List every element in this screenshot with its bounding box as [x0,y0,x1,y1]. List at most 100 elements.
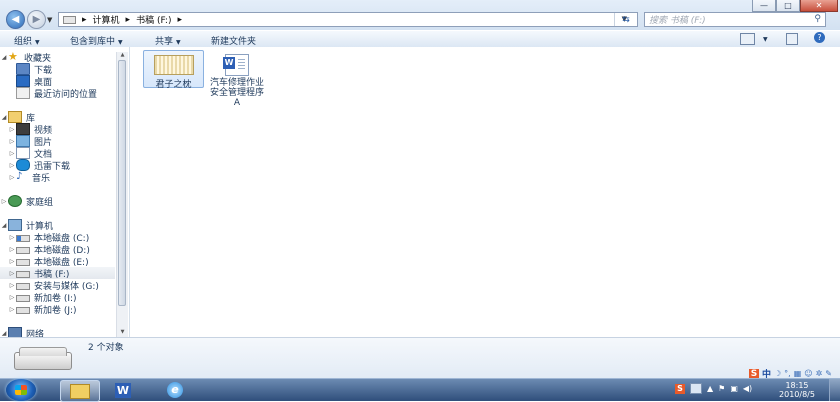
preview-pane-icon[interactable] [786,33,798,45]
chevron-down-icon: ▼ [35,39,40,46]
taskbar-ie-button[interactable]: e [156,380,194,400]
nav-scrollbar[interactable]: ▲ ▼ [116,52,128,337]
windows-logo-icon [15,385,27,395]
library-icon [8,111,22,123]
taskbar-word-button[interactable]: W [104,380,142,400]
search-icon: ⚲ [814,14,821,24]
drive-icon [16,307,30,314]
nav-thunder-downloads[interactable]: ▷ 迅雷下载 [8,159,70,172]
breadcrumb-separator-icon[interactable]: ▸ [126,15,131,25]
breadcrumb-separator-icon[interactable]: ▸ [177,15,182,25]
ime-moon-icon[interactable]: ☽ [774,369,781,378]
tray-volume-icon[interactable]: ◀) [743,384,752,393]
minimize-button[interactable]: — [752,0,776,12]
show-desktop-button[interactable] [829,379,840,401]
tray-flag-icon[interactable]: ⚑ [718,384,725,393]
nav-drive-j[interactable]: ▷ 新加卷 (J:) [8,303,77,316]
collapsed-triangle-icon[interactable]: ▷ [8,234,16,241]
nav-label: 新加卷 (J:) [34,305,77,316]
pictures-library-icon [16,135,30,147]
expanded-triangle-icon[interactable]: ◢ [0,222,8,229]
maximize-button[interactable]: □ [776,0,800,12]
nav-drive-f[interactable]: ▷ 书稿 (F:) [0,267,115,280]
collapsed-triangle-icon[interactable]: ▷ [8,126,16,133]
nav-pictures[interactable]: ▷ 图片 [8,135,52,148]
tray-show-hidden-icon[interactable]: ▲ [707,384,713,393]
collapsed-triangle-icon[interactable]: ▷ [8,258,16,265]
ime-user-icon[interactable]: ☺ [804,369,812,378]
nav-favorites[interactable]: ◢ ★ 收藏夹 [0,51,51,64]
drive-icon [16,295,30,302]
expanded-triangle-icon[interactable]: ◢ [0,114,8,121]
collapsed-triangle-icon[interactable]: ▷ [0,198,8,205]
collapsed-triangle-icon[interactable]: ▷ [8,162,16,169]
nav-videos[interactable]: ▷ 视频 [8,123,52,136]
tray-sogou-icon[interactable]: S [675,383,685,394]
file-name: 君子之枕 [155,80,192,90]
internet-explorer-icon: e [167,382,183,398]
organize-button[interactable]: 组织 ▼ [14,34,40,47]
nav-libraries[interactable]: ◢ 库 [0,111,35,124]
desktop-icon [16,75,30,87]
collapsed-triangle-icon[interactable]: ▷ [8,294,16,301]
nav-music[interactable]: ▷ ♪ 音乐 [8,171,50,184]
collapsed-triangle-icon[interactable]: ▷ [8,246,16,253]
breadcrumb-separator-icon[interactable]: ▸ [82,15,87,25]
sogou-ime-icon[interactable]: S [748,368,759,379]
nav-drive-d[interactable]: ▷ 本地磁盘 (D:) [8,243,90,256]
collapsed-triangle-icon[interactable]: ▷ [8,270,16,277]
view-options-icon[interactable] [740,33,755,45]
share-button[interactable]: 共享 ▼ [155,34,181,47]
include-in-library-button[interactable]: 包含到库中 ▼ [70,34,123,47]
nav-desktop[interactable]: 桌面 [16,75,52,88]
expanded-triangle-icon[interactable]: ◢ [0,54,8,61]
nav-homegroup[interactable]: ▷ 家庭组 [0,195,54,208]
file-item-folder[interactable]: 君子之枕 [143,50,204,90]
nav-recent-places[interactable]: 最近访问的位置 [16,87,97,100]
start-button[interactable] [6,379,36,401]
refresh-button[interactable]: ⇆ [614,13,637,26]
tray-network-icon[interactable]: ▣ [730,384,738,393]
forward-button[interactable]: ▶ [27,10,46,29]
nav-drive-i[interactable]: ▷ 新加卷 (I:) [8,291,77,304]
ime-keyboard-icon[interactable]: ▦ [794,369,802,378]
back-button[interactable]: ◀ [6,10,25,29]
system-drive-icon [16,235,30,242]
expanded-triangle-icon[interactable]: ◢ [0,330,8,337]
ime-punctuation-icon[interactable]: °, [784,369,791,378]
taskbar-clock[interactable]: 18:15 2010/8/5 [772,381,822,399]
address-bar[interactable]: ▸ 计算机 ▸ 书稿 (F:) ▸ ▼ [58,12,638,27]
chevron-down-icon: ▼ [118,39,123,46]
nav-documents[interactable]: ▷ 文档 [8,147,52,160]
collapsed-triangle-icon[interactable]: ▷ [8,150,16,157]
collapsed-triangle-icon[interactable]: ▷ [8,282,16,289]
file-item-document[interactable]: W 汽车修理作业安全管理程序A [208,50,266,108]
tray-app-icon[interactable] [690,383,702,394]
nav-drive-g[interactable]: ▷ 安装与媒体 (G:) [8,279,99,292]
nav-drive-e[interactable]: ▷ 本地磁盘 (E:) [8,255,89,268]
collapsed-triangle-icon[interactable]: ▷ [8,306,16,313]
ime-settings-icon[interactable]: ✎ [825,369,832,378]
recent-pages-dropdown[interactable]: ▼ [47,16,52,24]
document-lines-icon [238,59,245,71]
scroll-up-icon[interactable]: ▲ [117,52,128,60]
help-icon[interactable]: ? [814,32,825,43]
scrollbar-thumb[interactable] [118,60,126,306]
taskbar-explorer-button[interactable] [60,380,100,402]
nav-downloads[interactable]: 下载 [16,63,52,76]
search-input[interactable]: 搜索 书稿 (F:) ⚲ [644,12,826,27]
breadcrumb-drive-f[interactable]: 书稿 (F:) [136,13,171,26]
nav-computer[interactable]: ◢ 计算机 [0,219,53,232]
word-document-icon: W [223,54,249,76]
view-dropdown[interactable]: ▼ [760,34,768,44]
nav-label: 家庭组 [26,197,54,208]
new-folder-button[interactable]: 新建文件夹 [211,34,256,47]
organize-label: 组织 [14,37,33,47]
breadcrumb-computer[interactable]: 计算机 [93,13,120,26]
collapsed-triangle-icon[interactable]: ▷ [8,138,16,145]
close-button[interactable]: ✕ [800,0,838,12]
ime-tools-icon[interactable]: ✲ [816,369,823,378]
nav-drive-c[interactable]: ▷ 本地磁盘 (C:) [8,231,90,244]
scroll-down-icon[interactable]: ▼ [117,329,128,337]
collapsed-triangle-icon[interactable]: ▷ [8,174,16,181]
